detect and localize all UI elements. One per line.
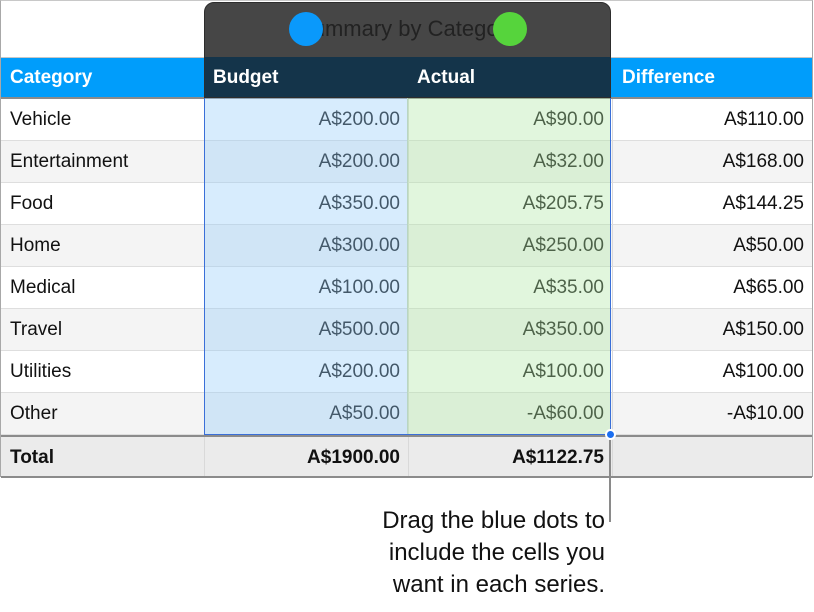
difference-cell[interactable]: A$65.00 xyxy=(613,267,813,308)
total-actual[interactable]: A$1122.75 xyxy=(409,437,613,476)
budget-series-dot[interactable] xyxy=(289,12,323,46)
total-budget[interactable]: A$1900.00 xyxy=(205,437,409,476)
category-cell[interactable]: Food xyxy=(1,183,205,224)
callout-leader-line xyxy=(609,440,611,522)
category-cell[interactable]: Travel xyxy=(1,309,205,350)
chart-title: Summary by Category xyxy=(298,16,517,41)
actual-series-selection xyxy=(408,98,611,434)
category-cell[interactable]: Utilities xyxy=(1,351,205,392)
selected-header-row: Budget Actual xyxy=(205,57,610,97)
header-category[interactable]: Category xyxy=(1,58,205,98)
chart-data-tray: Summary by Category Budget Actual xyxy=(204,2,611,98)
budget-series-selection xyxy=(204,98,408,434)
difference-cell[interactable]: A$50.00 xyxy=(613,225,813,266)
selection-divider xyxy=(407,98,408,434)
category-cell[interactable]: Vehicle xyxy=(1,99,205,140)
selected-header-budget[interactable]: Budget xyxy=(205,57,408,97)
category-cell[interactable]: Home xyxy=(1,225,205,266)
callout-line-3: want in each series. xyxy=(392,571,605,598)
difference-cell[interactable]: A$168.00 xyxy=(613,141,813,182)
category-cell[interactable]: Medical xyxy=(1,267,205,308)
difference-cell[interactable]: A$144.25 xyxy=(613,183,813,224)
header-difference[interactable]: Difference xyxy=(613,58,813,98)
selection-resize-handle[interactable] xyxy=(605,429,616,440)
category-cell[interactable]: Entertainment xyxy=(1,141,205,182)
total-difference[interactable] xyxy=(613,437,813,476)
difference-cell[interactable]: A$100.00 xyxy=(613,351,813,392)
total-label[interactable]: Total xyxy=(1,437,205,476)
selected-header-actual[interactable]: Actual xyxy=(409,57,610,97)
total-row: Total A$1900.00 A$1122.75 xyxy=(1,435,812,478)
category-cell[interactable]: Other xyxy=(1,393,205,434)
callout-text: Drag the blue dots to include the cells … xyxy=(275,505,605,601)
difference-cell[interactable]: -A$10.00 xyxy=(613,393,813,434)
callout-line-2: include the cells you xyxy=(388,539,605,566)
difference-cell[interactable]: A$110.00 xyxy=(613,99,813,140)
difference-cell[interactable]: A$150.00 xyxy=(613,309,813,350)
actual-series-dot[interactable] xyxy=(493,12,527,46)
callout-line-1: Drag the blue dots to xyxy=(382,507,605,534)
